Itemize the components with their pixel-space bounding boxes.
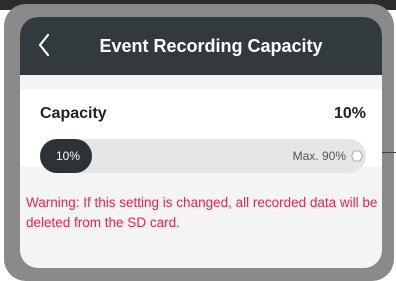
capacity-label: Capacity <box>40 105 107 122</box>
warning-text: Warning: If this setting is changed, all… <box>26 195 378 230</box>
capacity-value: 10% <box>333 105 366 122</box>
page-title: Event Recording Capacity <box>99 36 323 56</box>
app-screen: Event Recording Capacity Capacity 10% 10… <box>20 17 382 268</box>
slider-current-value: 10% <box>56 149 81 163</box>
header-bar: Event Recording Capacity <box>20 17 382 75</box>
capacity-slider[interactable]: 10% Max. 90% <box>40 139 366 173</box>
chevron-left-icon <box>38 33 50 57</box>
capacity-slider-fill: 10% <box>40 139 92 173</box>
slider-max-label: Max. 90% <box>292 149 346 163</box>
slider-handle-icon[interactable] <box>351 150 363 162</box>
back-button[interactable] <box>32 27 56 63</box>
callout-line <box>382 152 396 153</box>
